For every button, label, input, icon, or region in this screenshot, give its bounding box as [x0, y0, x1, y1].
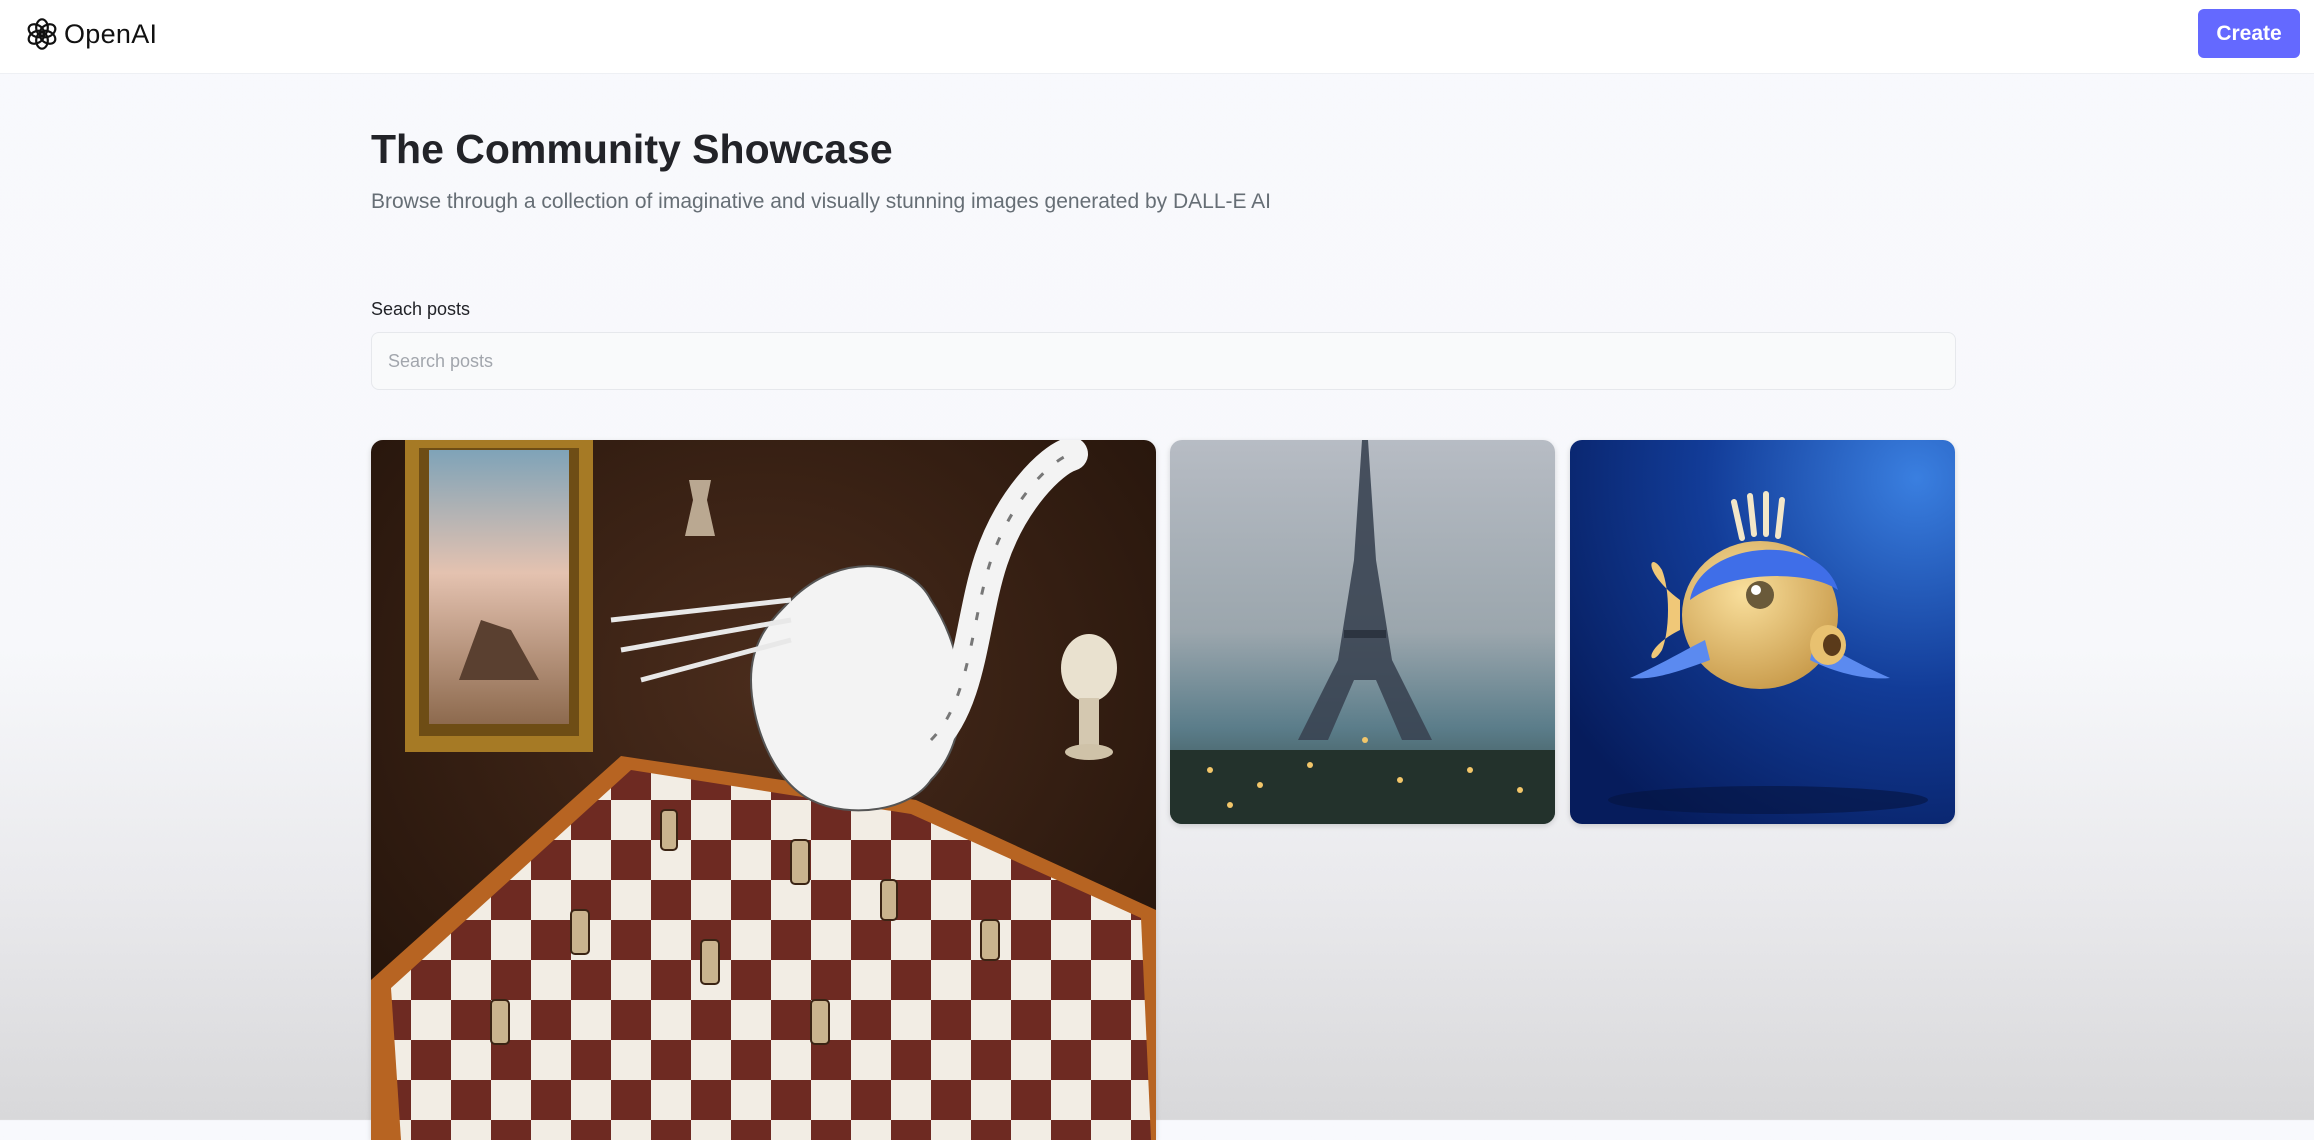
search-input[interactable]	[371, 332, 1956, 390]
cat-chess-image	[371, 440, 1156, 1140]
logo-text: OpenAI	[64, 18, 158, 49]
gallery-card-blue-fish[interactable]	[1570, 440, 1955, 824]
gallery-card-eiffel-tower[interactable]	[1170, 440, 1555, 824]
page-title: The Community Showcase	[371, 126, 893, 172]
top-navbar: OpenAI Create	[0, 0, 2314, 74]
openai-logo-icon	[27, 18, 57, 50]
blue-fish-image	[1570, 440, 1955, 824]
openai-logo[interactable]: OpenAI	[24, 14, 157, 54]
search-label: Seach posts	[371, 299, 471, 319]
gallery-card-cat-chess[interactable]	[371, 440, 1156, 1140]
create-button[interactable]: Create	[2198, 9, 2300, 58]
eiffel-tower-image	[1170, 440, 1555, 824]
page-subtitle: Browse through a collection of imaginati…	[371, 190, 1272, 213]
